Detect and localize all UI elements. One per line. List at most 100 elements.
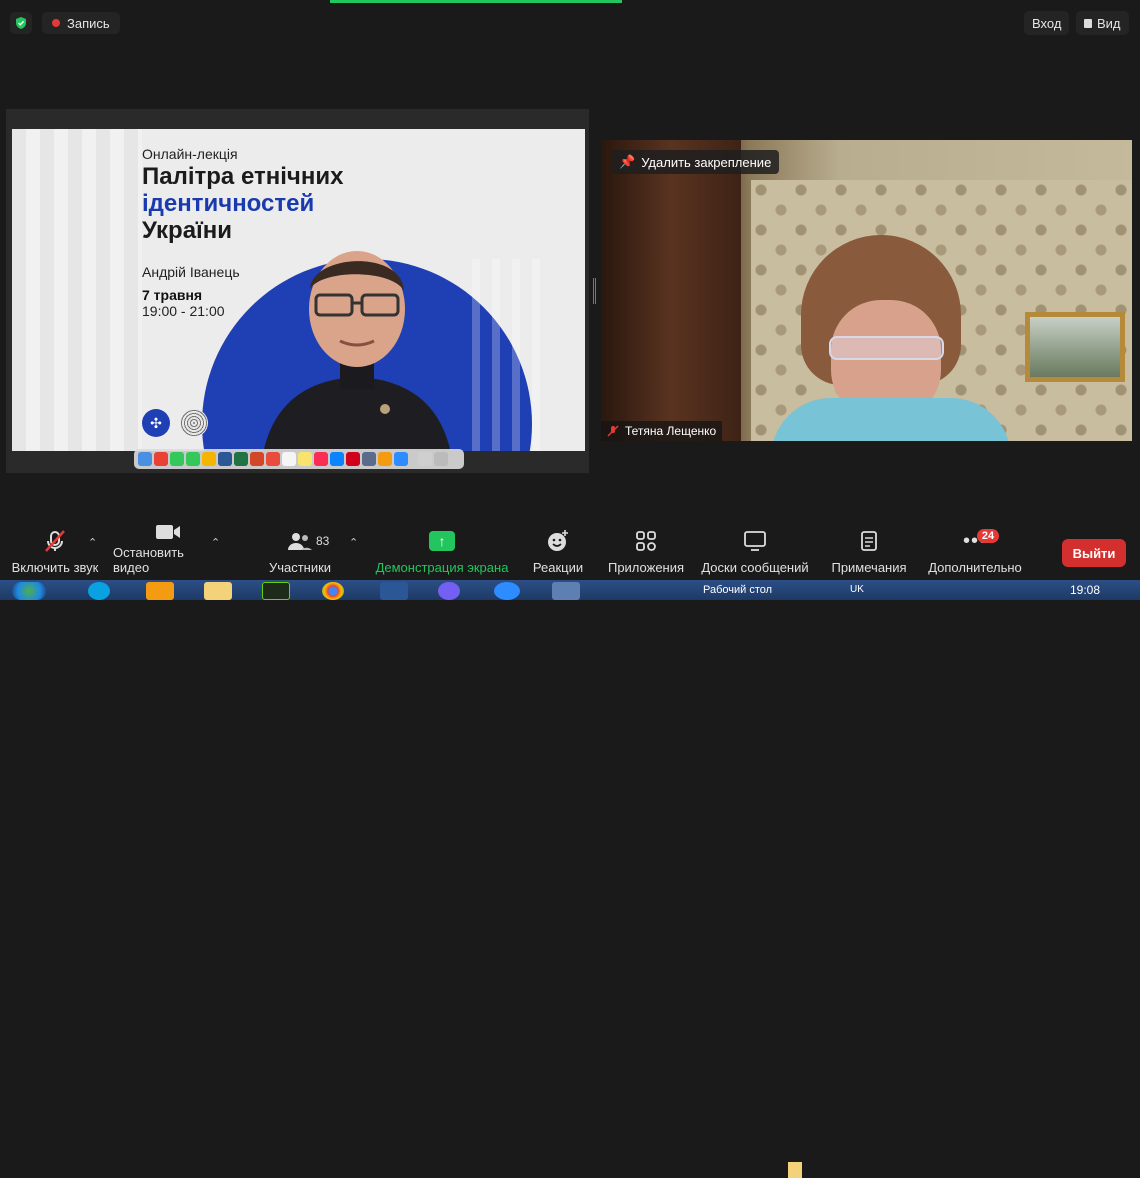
slide-pattern [12, 129, 142, 451]
audio-options-caret-icon[interactable]: ⌃ [88, 536, 97, 549]
participants-button[interactable]: Участники [262, 522, 338, 580]
app-icon [378, 452, 392, 466]
notes-button[interactable]: Примечания [826, 522, 912, 580]
messages-icon [186, 452, 200, 466]
viber-icon[interactable] [438, 582, 460, 600]
zoom-icon[interactable] [494, 582, 520, 600]
participant-glasses [829, 336, 944, 360]
slide-title-line2: ідентичностей [142, 190, 315, 217]
more-label: Дополнительно [928, 560, 1022, 575]
org-logo-icon: ✣ [142, 409, 170, 437]
whiteboard-icon [743, 526, 767, 556]
participant-shirt [771, 398, 1011, 441]
participant-video[interactable] [601, 140, 1132, 441]
mic-muted-icon [43, 526, 67, 556]
language-indicator[interactable]: UK [850, 584, 864, 595]
unmute-button[interactable]: Включить звук [10, 522, 100, 580]
app-icon [266, 452, 280, 466]
share-progress-indicator [330, 0, 622, 3]
shared-screen[interactable]: Онлайн-лекція Палітра етнічних ідентично… [6, 109, 589, 473]
record-label: Запись [67, 15, 110, 31]
record-dot-icon [52, 19, 60, 27]
participant-name: Тетяна Лещенко [625, 424, 717, 438]
desktop-folder-icon[interactable] [788, 1162, 802, 1178]
excel-icon [234, 452, 248, 466]
recording-indicator[interactable]: Запись [42, 12, 120, 34]
more-notification-badge: 24 [977, 529, 999, 543]
notes-label: Примечания [831, 560, 907, 575]
taskbar-clock[interactable]: 19:08 [1070, 583, 1100, 597]
slide-kicker: Онлайн-лекція [142, 146, 238, 162]
partner-logo-icon [180, 409, 208, 437]
view-grid-icon [1084, 18, 1092, 28]
slide-author: Андрій Іванець [142, 264, 240, 280]
reactions-label: Реакции [532, 560, 584, 575]
split-handle[interactable] [593, 278, 596, 304]
participants-count: 83 [316, 534, 330, 548]
slide-title-line1: Палітра етнічних [142, 163, 344, 190]
slide-date: 7 травня [142, 287, 203, 303]
finder-icon [138, 452, 152, 466]
top-bar: Запись Вход Вид [0, 0, 1140, 46]
pin-icon: 📌 [619, 154, 636, 169]
unpin-label: Удалить закрепление [641, 154, 772, 170]
app-icon[interactable] [146, 582, 174, 600]
view-button[interactable]: Вид [1076, 11, 1129, 35]
app-icon [362, 452, 376, 466]
unmute-label: Включить звук [11, 560, 99, 575]
participants-options-caret-icon[interactable]: ⌃ [349, 536, 358, 549]
participant-name-tag: Тетяна Лещенко [601, 421, 723, 441]
music-icon [314, 452, 328, 466]
window-icon[interactable] [552, 582, 580, 600]
folder-icon [418, 452, 432, 466]
chrome-icon[interactable] [322, 582, 344, 600]
participants-icon [287, 526, 313, 556]
desktop-label[interactable]: Рабочий стол [703, 584, 772, 596]
unpin-button[interactable]: 📌 Удалить закрепление [611, 150, 780, 174]
video-camera-icon [155, 522, 181, 541]
cabinet [601, 140, 741, 441]
zoom-icon [394, 452, 408, 466]
slide-time: 19:00 - 21:00 [142, 303, 225, 319]
share-screen-button[interactable]: ↑ Демонстрация экрана [370, 522, 514, 580]
mic-muted-icon [607, 425, 619, 437]
speaker-photo [263, 251, 451, 451]
skype-icon[interactable] [88, 582, 110, 600]
dreamweaver-icon[interactable] [262, 582, 290, 600]
more-button[interactable]: ••• Дополнительно [924, 522, 1026, 580]
apps-label: Приложения [607, 560, 685, 575]
photos-icon [202, 452, 216, 466]
slide-title: Палітра етнічних ідентичностей України [142, 163, 343, 244]
lecture-slide: Онлайн-лекція Палітра етнічних ідентично… [12, 129, 585, 451]
slide-title-line3: України [142, 217, 233, 244]
participants-label: Участники [268, 560, 332, 575]
powerpoint-icon [250, 452, 264, 466]
whiteboards-button[interactable]: Доски сообщений [698, 522, 812, 580]
explorer-icon[interactable] [204, 582, 232, 600]
slide-bars [472, 259, 542, 451]
app-icon [346, 452, 360, 466]
enter-label: Вход [1032, 15, 1062, 31]
chrome-icon [154, 452, 168, 466]
meeting-toolbar: Включить звук ⌃ Остановить видео ⌃ Участ… [0, 522, 1140, 580]
stop-video-button[interactable]: Остановить видео [113, 522, 223, 580]
whiteboards-label: Доски сообщений [701, 560, 809, 575]
reactions-smiley-icon [546, 526, 570, 556]
notes-icon [859, 526, 879, 556]
word-icon [218, 452, 232, 466]
safari-icon [330, 452, 344, 466]
start-button-icon[interactable] [12, 582, 46, 600]
enter-button[interactable]: Вход [1024, 11, 1070, 35]
security-shield-icon[interactable] [10, 12, 32, 34]
calendar-icon [282, 452, 296, 466]
leave-button[interactable]: Выйти [1062, 539, 1126, 567]
apps-button[interactable]: Приложения [604, 522, 688, 580]
video-options-caret-icon[interactable]: ⌃ [211, 536, 220, 549]
trash-icon [434, 452, 448, 466]
reactions-button[interactable]: Реакции [526, 522, 590, 580]
word-icon[interactable] [380, 582, 408, 600]
facetime-icon [170, 452, 184, 466]
share-screen-icon: ↑ [429, 526, 455, 556]
share-screen-label: Демонстрация экрана [375, 560, 509, 575]
view-label: Вид [1097, 15, 1121, 31]
